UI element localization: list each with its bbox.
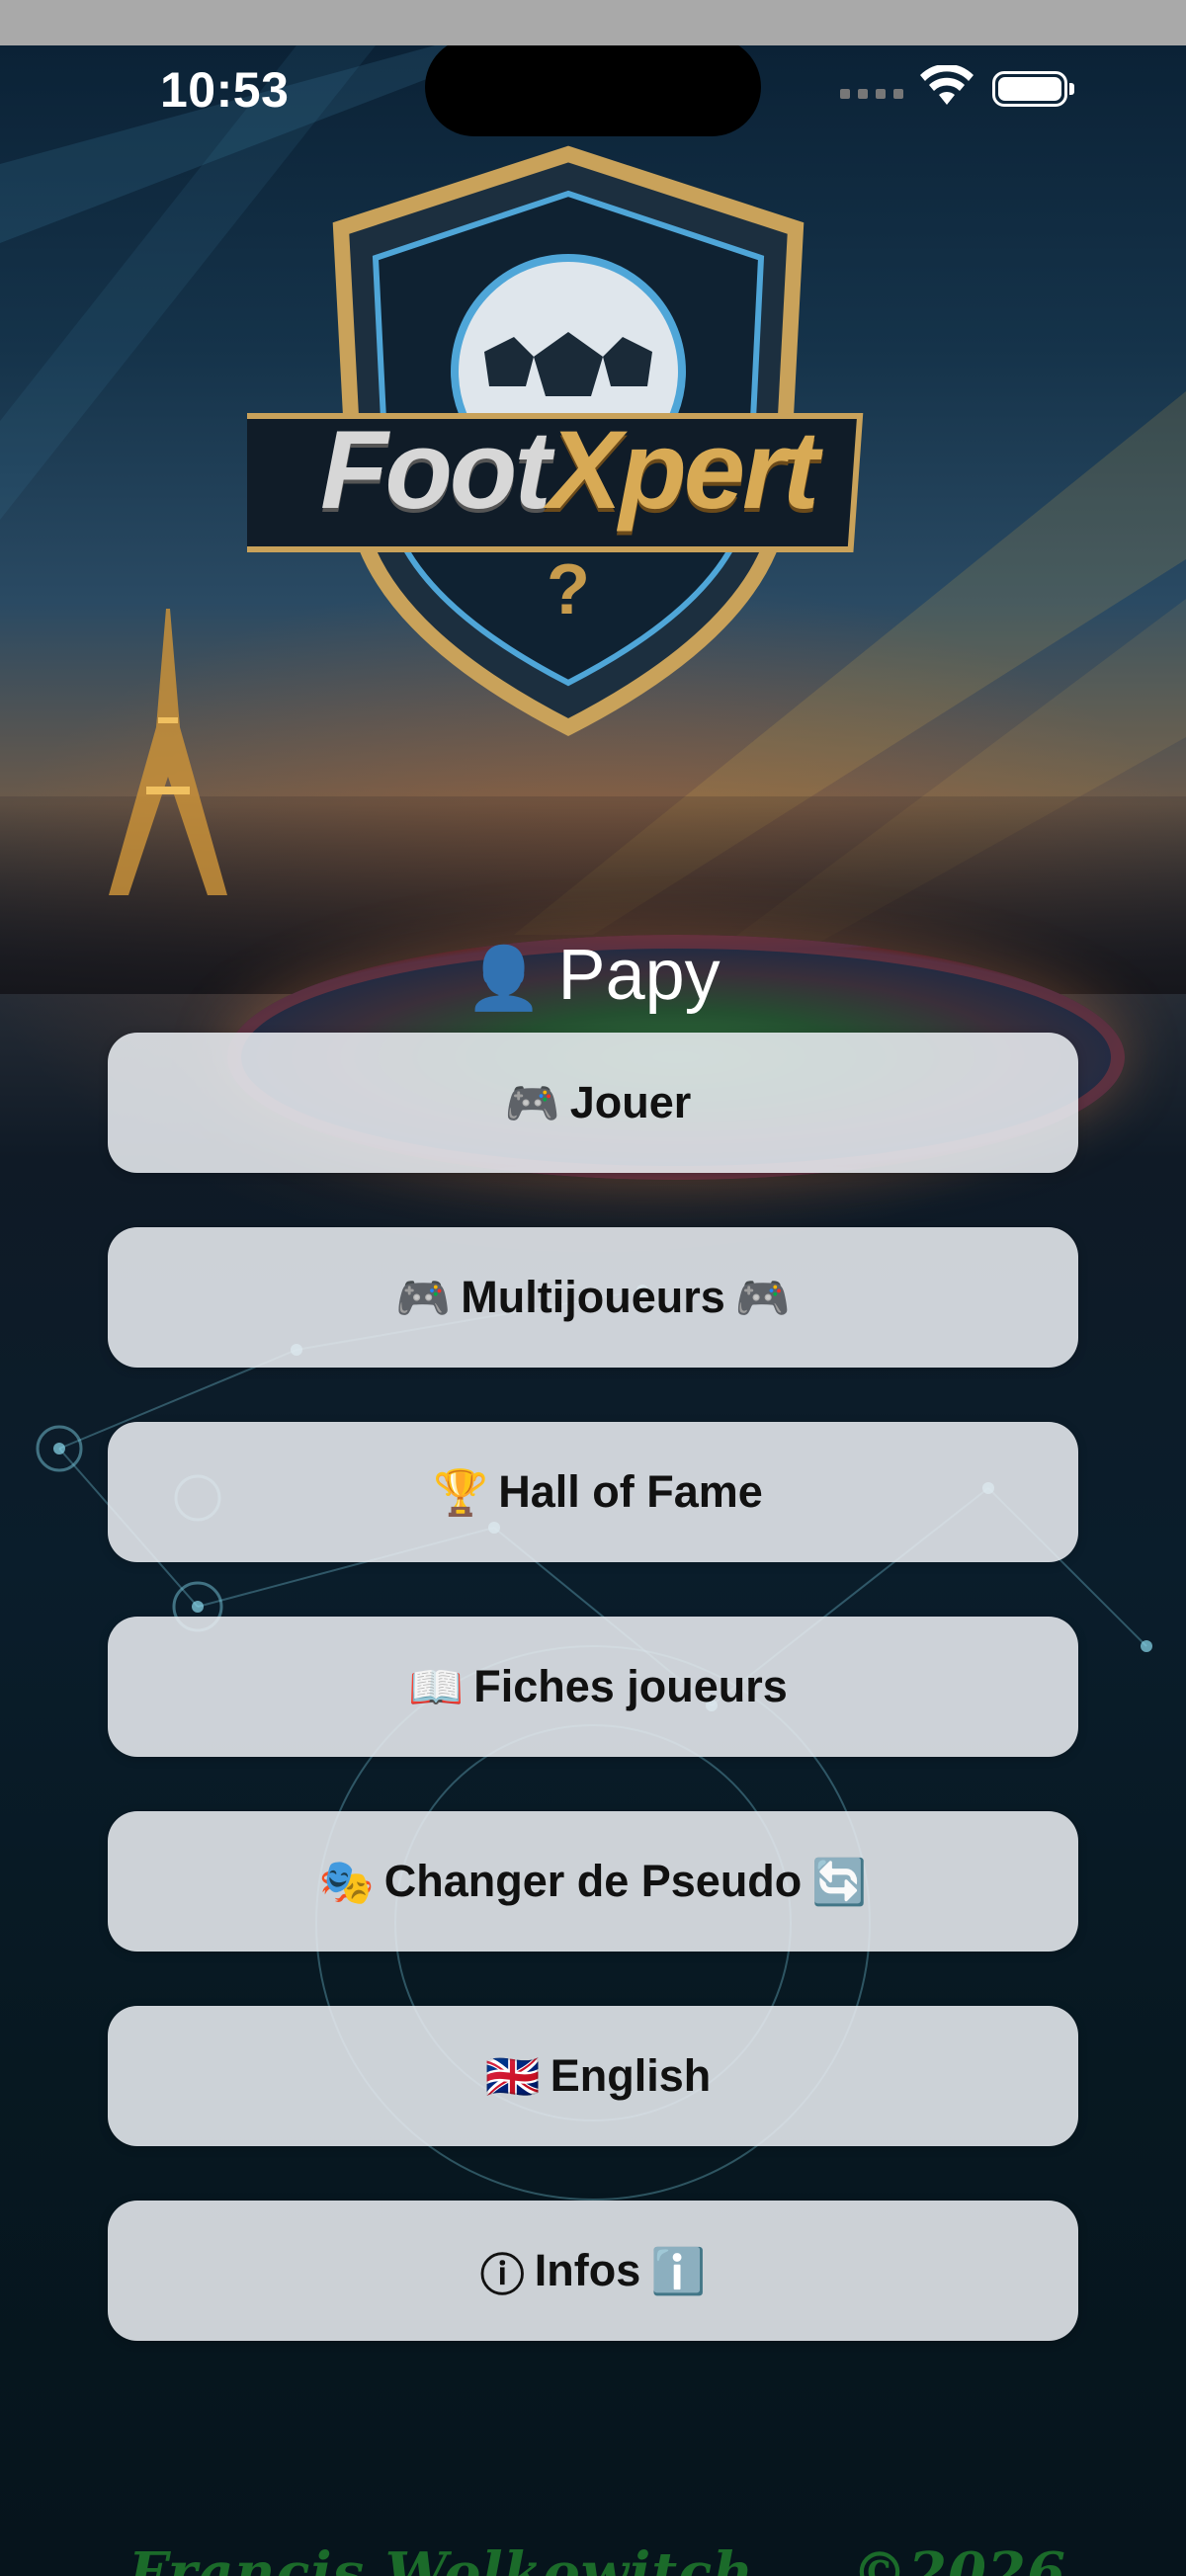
player-cards-label: Fiches joueurs (473, 1661, 788, 1711)
status-time: 10:53 (160, 62, 290, 118)
hall-of-fame-label: Hall of Fame (498, 1466, 763, 1517)
hall-of-fame-button[interactable]: 🏆 Hall of Fame (108, 1422, 1078, 1562)
play-label: Jouer (569, 1077, 692, 1127)
cellular-signal-icon (840, 89, 903, 99)
footxpert-logo: FootXpert ? (247, 134, 890, 767)
multiplayer-label: Multijoueurs (461, 1272, 725, 1322)
dynamic-island (425, 45, 761, 136)
player-nickname: 👤 Papy (0, 935, 1186, 1016)
info-label: Infos (534, 2245, 641, 2295)
book-icon: 📖 (408, 1661, 465, 1712)
play-button[interactable]: 🎮 Jouer (108, 1033, 1078, 1173)
player-nickname-text: Papy (557, 936, 720, 1015)
uk-flag-icon: 🇬🇧 (484, 2050, 541, 2102)
change-nickname-button[interactable]: 🎭 Changer de Pseudo 🔄 (108, 1811, 1078, 1952)
eiffel-tower (109, 609, 227, 895)
gamepad-icon: 🎮 (734, 1272, 791, 1323)
gamepad-icon: 🎮 (395, 1272, 452, 1323)
masks-icon: 🎭 (318, 1856, 375, 1907)
info-button[interactable]: ⓘ Infos ℹ️ (108, 2201, 1078, 2341)
info-square-icon: ℹ️ (650, 2245, 707, 2296)
user-icon: 👤 (466, 945, 543, 1013)
status-bar: 10:53 (0, 45, 1186, 144)
info-circle-icon: ⓘ (479, 2249, 525, 2300)
change-nickname-label: Changer de Pseudo (383, 1856, 803, 1906)
wifi-icon (920, 65, 974, 105)
multiplayer-button[interactable]: 🎮 Multijoueurs 🎮 (108, 1227, 1078, 1368)
footer-copyright: ©2026 (852, 2540, 1066, 2576)
gamepad-icon: 🎮 (504, 1077, 560, 1128)
logo-question-mark: ? (547, 550, 590, 629)
app-screen: 10:53 FootXpert ? 👤 Papy 🎮 Jouer 🎮 Multijou… (0, 45, 1186, 2576)
player-cards-button[interactable]: 📖 Fiches joueurs (108, 1617, 1078, 1757)
refresh-icon: 🔄 (811, 1856, 868, 1907)
logo-wordmark: FootXpert (320, 408, 819, 532)
battery-icon (992, 71, 1074, 107)
language-label: English (550, 2050, 712, 2101)
footer-author: Francis Wolkowitch (128, 2540, 754, 2576)
language-button[interactable]: 🇬🇧 English (108, 2006, 1078, 2146)
trophy-icon: 🏆 (433, 1466, 489, 1518)
